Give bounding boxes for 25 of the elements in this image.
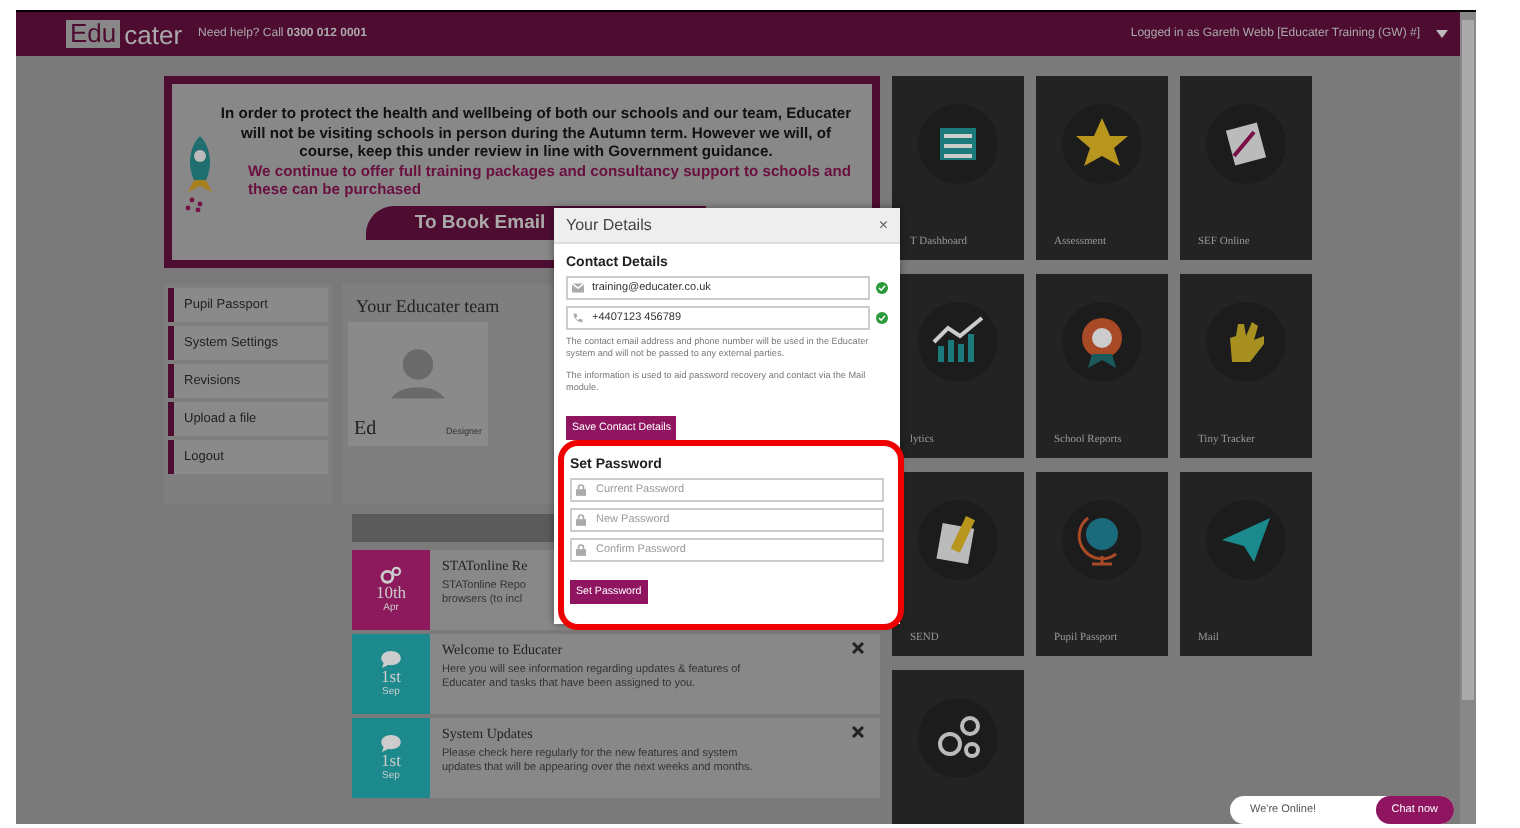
plane-icon	[1206, 500, 1286, 580]
chat-icon	[380, 650, 402, 668]
team-title: Your Educater team	[354, 294, 502, 320]
date-day: 1st	[381, 752, 401, 770]
globe-icon	[1062, 500, 1142, 580]
chat-icon	[380, 734, 402, 752]
caret-icon[interactable]	[1436, 30, 1448, 38]
papers-icon	[1206, 104, 1286, 184]
date-day: 1st	[381, 668, 401, 686]
close-icon[interactable]	[852, 642, 864, 654]
hand-icon	[1206, 302, 1286, 382]
rosette-icon	[1062, 302, 1142, 382]
scrollbar[interactable]	[1460, 12, 1476, 824]
close-button[interactable]: ×	[878, 216, 888, 234]
module-tile[interactable]	[892, 670, 1024, 824]
gears-icon	[380, 566, 402, 584]
gears-icon	[918, 698, 998, 778]
educater-logo[interactable]: Edu cater	[66, 19, 183, 49]
building-icon	[918, 104, 998, 184]
pencil-icon	[918, 500, 998, 580]
chart-icon	[918, 302, 998, 382]
dialog-title: Your Details	[566, 216, 652, 234]
close-icon[interactable]	[852, 726, 864, 738]
date-day: 10th	[375, 584, 407, 602]
member-name: Ed	[354, 418, 377, 440]
